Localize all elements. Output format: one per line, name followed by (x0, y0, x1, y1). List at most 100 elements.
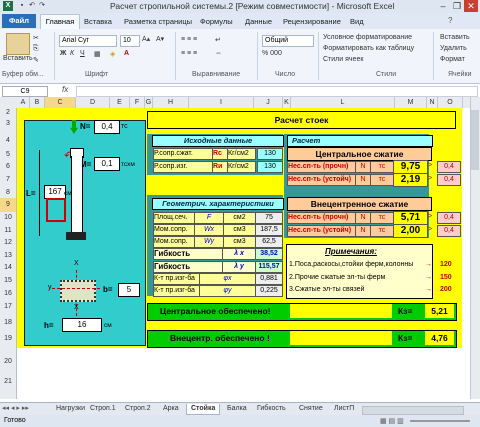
name-box[interactable]: C9 (2, 86, 48, 97)
column-header[interactable]: O (438, 97, 463, 108)
view-buttons-icon[interactable]: ▦ ▤ ▥ (380, 417, 404, 425)
column-header[interactable]: A (17, 97, 30, 108)
fx-icon[interactable]: fx (62, 85, 68, 94)
tab-data[interactable]: Данные (245, 17, 272, 26)
row-header[interactable]: 14 (0, 261, 16, 275)
sheet-tab-rafter1[interactable]: Строп.1 (86, 404, 120, 414)
row-header[interactable]: 21 (0, 375, 16, 389)
n-input[interactable]: 0,4 (94, 120, 120, 134)
copy-icon[interactable]: ⎘ (33, 45, 39, 53)
redo-icon[interactable]: ↷ (38, 2, 46, 10)
column-header[interactable]: M (395, 97, 427, 108)
result-ecc-k-label: Кз= (398, 333, 413, 343)
restore-icon[interactable]: ❐ (450, 0, 464, 12)
column-header[interactable]: B (30, 97, 45, 108)
fill-color-icon[interactable]: ◈ (110, 50, 115, 58)
rc-input[interactable]: 130 (257, 148, 283, 160)
bold-icon[interactable]: Ж (60, 50, 66, 57)
minimize-icon[interactable]: – (436, 0, 450, 12)
row-header[interactable]: 7 (0, 173, 16, 187)
row-header[interactable]: 16 (0, 287, 16, 301)
central-stability-ref: 0,4 (437, 174, 461, 186)
sheet-tab-loads[interactable]: Нагрузки (52, 404, 89, 414)
row-header[interactable]: 9 (0, 198, 16, 212)
format-cells-button[interactable]: Формат (440, 56, 465, 63)
italic-icon[interactable]: К (70, 50, 74, 57)
grow-font-icon[interactable]: A▴ (142, 35, 150, 43)
cell-styles-button[interactable]: Стили ячеек (323, 56, 363, 63)
row-header[interactable]: 4 (0, 134, 16, 148)
column-header[interactable]: H (153, 97, 189, 108)
align-left-icon[interactable]: ≡ ≡ ≡ (181, 50, 197, 57)
sheet-tab-arch[interactable]: Арка (159, 404, 183, 414)
column-header[interactable]: J (254, 97, 283, 108)
number-format-select[interactable]: Общий (262, 35, 314, 47)
selected-cell-c9[interactable] (46, 198, 66, 222)
font-name-select[interactable]: Arial Cyr (59, 35, 117, 47)
row-header[interactable]: 2 (0, 108, 16, 117)
format-painter-icon[interactable]: ✎ (33, 56, 39, 64)
tab-file[interactable]: Файл (2, 14, 36, 28)
column-header[interactable]: L (291, 97, 395, 108)
borders-icon[interactable]: ▦ (94, 50, 101, 58)
column-header[interactable]: G (145, 97, 153, 108)
sheet-tab-beam[interactable]: Балка (223, 404, 251, 414)
cut-icon[interactable]: ✂ (33, 34, 39, 42)
row-header[interactable]: 20 (0, 355, 16, 369)
align-top-icon[interactable]: ≡ ≡ ≡ (181, 36, 197, 43)
sheet-tab-flexibility[interactable]: Гибкость (253, 404, 290, 414)
b-input[interactable]: 5 (118, 283, 140, 297)
horizontal-scrollbar[interactable] (362, 406, 464, 415)
help-icon[interactable]: ? (448, 16, 452, 25)
tab-home[interactable]: Главная (40, 14, 80, 30)
row-header[interactable]: 3 (0, 117, 16, 131)
insert-cells-button[interactable]: Вставить (440, 34, 470, 41)
tab-review[interactable]: Рецензирование (283, 17, 341, 26)
tab-insert[interactable]: Вставка (84, 17, 112, 26)
column-header[interactable]: K (283, 97, 291, 108)
wrap-text-icon[interactable]: ↵ (215, 36, 221, 44)
scroll-thumb[interactable] (471, 110, 479, 170)
sheet-tab-rafter2[interactable]: Строп.2 (121, 404, 155, 414)
column-header[interactable]: F (130, 97, 145, 108)
zoom-slider[interactable] (410, 420, 470, 422)
undo-icon[interactable]: ↶ (28, 2, 36, 10)
l-input[interactable]: 167 (44, 185, 66, 199)
format-as-table-button[interactable]: Форматировать как таблицу (323, 45, 414, 52)
font-color-icon[interactable]: A (124, 50, 129, 57)
sheet-tab-removal[interactable]: Снятие (295, 404, 327, 414)
delete-cells-button[interactable]: Удалить (440, 45, 467, 52)
paste-button[interactable]: Вставить (3, 55, 33, 62)
column-header[interactable]: D (76, 97, 110, 108)
row-header[interactable]: 6 (0, 160, 16, 174)
row-header[interactable]: 10 (0, 211, 16, 225)
ri-input[interactable]: 130 (257, 161, 283, 173)
h-input[interactable]: 16 (62, 318, 102, 332)
currency-icon[interactable]: % 000 (262, 50, 282, 57)
row-header[interactable]: 19 (0, 332, 16, 346)
paste-icon[interactable] (6, 33, 30, 55)
column-header[interactable]: I (189, 97, 254, 108)
underline-icon[interactable]: Ч (80, 50, 85, 57)
column-header[interactable]: E (110, 97, 130, 108)
column-header[interactable]: N (427, 97, 438, 108)
m-input[interactable]: 0,1 (94, 157, 120, 171)
shrink-font-icon[interactable]: A▾ (156, 35, 164, 43)
row-header[interactable]: 12 (0, 236, 16, 250)
row-header[interactable]: 15 (0, 274, 16, 288)
font-size-select[interactable]: 10 (120, 35, 140, 47)
column-header[interactable]: C (45, 97, 76, 108)
conditional-format-button[interactable]: Условное форматирование (323, 34, 412, 41)
tab-view[interactable]: Вид (350, 17, 364, 26)
tab-nav-icon[interactable]: ◂◂ ◂ ▸ ▸▸ (2, 404, 29, 412)
tab-formulas[interactable]: Формулы (200, 17, 233, 26)
tab-page-layout[interactable]: Разметка страницы (124, 17, 192, 26)
formula-input[interactable] (76, 86, 478, 97)
sheet-tab-listp[interactable]: ЛистП (330, 404, 358, 414)
row-header[interactable]: 17 (0, 300, 16, 314)
merge-icon[interactable]: ⇔ (215, 50, 222, 57)
sheet-tab-post[interactable]: Стойка (186, 404, 221, 415)
close-icon[interactable]: ✕ (464, 0, 478, 12)
row-header[interactable]: 18 (0, 316, 16, 330)
save-icon[interactable]: ▪ (18, 2, 26, 10)
